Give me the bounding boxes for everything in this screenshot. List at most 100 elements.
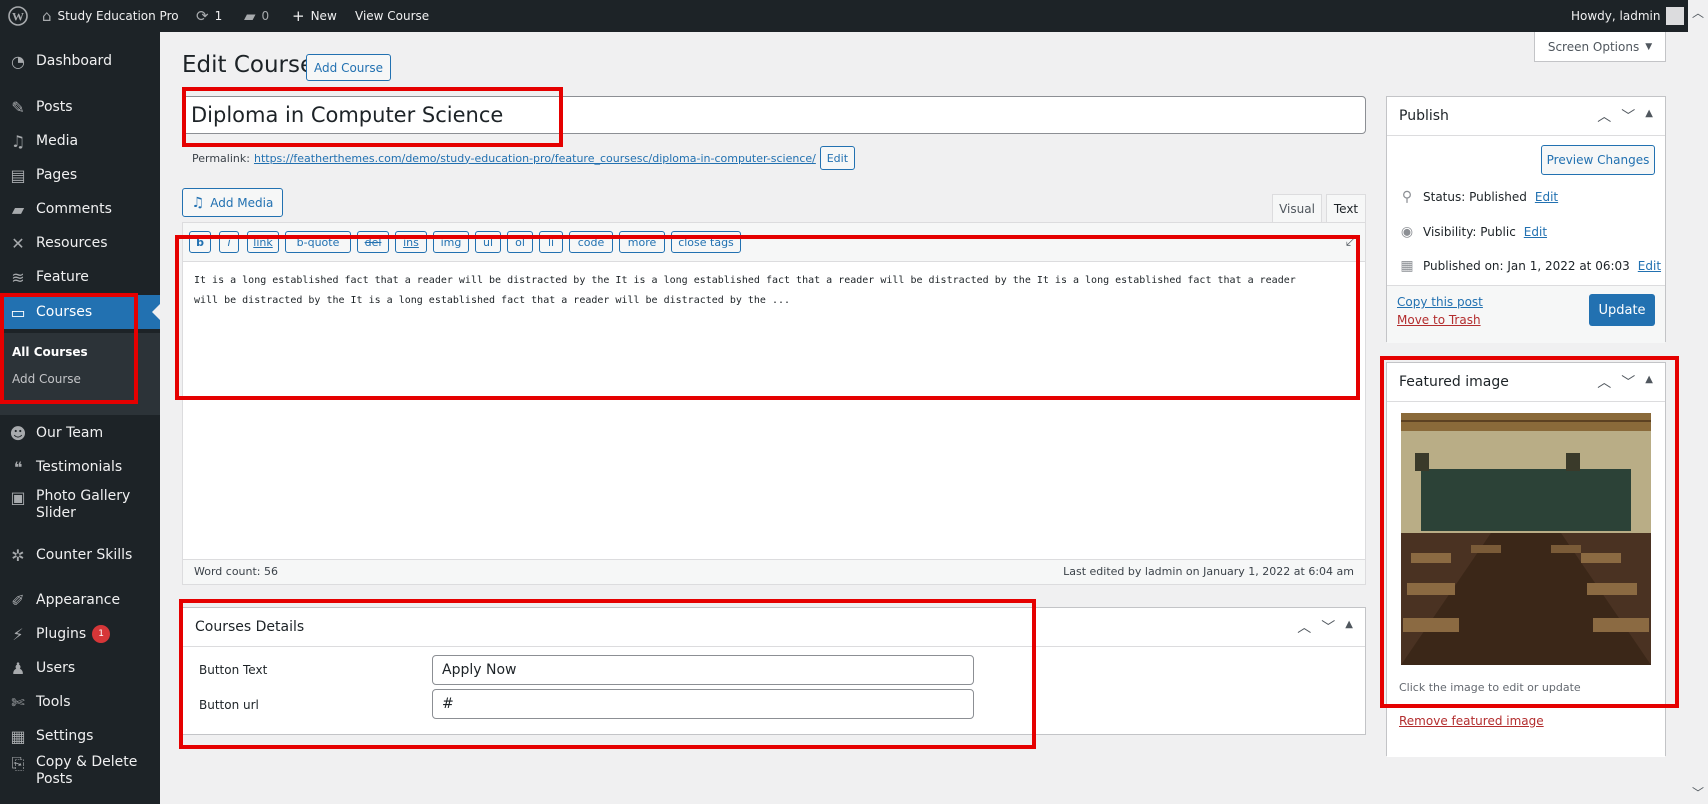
sidebar-item-counter-skills[interactable]: ✲ Counter Skills [0, 538, 160, 572]
copy-post-link[interactable]: Copy this post [1397, 295, 1483, 309]
sidebar-item-appearance[interactable]: ✐ Appearance [0, 583, 160, 617]
page-scrollbar[interactable]: ︿ ﹀ [1688, 0, 1708, 804]
view-course-link[interactable]: View Course [355, 0, 429, 32]
publish-actions: Copy this post Move to Trash Update [1387, 285, 1665, 343]
preview-changes-button[interactable]: Preview Changes [1541, 145, 1655, 175]
remove-featured-image-link[interactable]: Remove featured image [1399, 714, 1544, 728]
avatar [1666, 7, 1685, 25]
move-down-icon[interactable]: ﹀ [1621, 106, 1635, 126]
courses-submenu: All Courses Add Course [0, 333, 160, 415]
add-course-button[interactable]: Add Course [306, 54, 391, 81]
collapse-icon[interactable]: ▲ [1645, 106, 1653, 126]
permalink-edit-button[interactable]: Edit [819, 146, 855, 170]
caret-down-icon: ▼ [1645, 41, 1653, 52]
sidebar-item-copy-delete-posts[interactable]: ⎘ Copy & Delete Posts [0, 748, 160, 792]
button-text-label: Button Text [199, 663, 268, 677]
new-content-link[interactable]: + New [292, 0, 337, 32]
qt-link-button[interactable]: link [247, 231, 279, 253]
courses-icon: ▭ [10, 302, 26, 322]
publish-header: Publish ︿ ﹀ ▲ [1387, 97, 1665, 136]
last-edited: Last edited by ladmin on January 1, 2022… [1063, 565, 1354, 578]
resources-icon: ✕ [11, 233, 25, 253]
status-edit-link[interactable]: Edit [1535, 190, 1558, 204]
qt-code-button[interactable]: code [569, 231, 613, 253]
qt-img-button[interactable]: img [433, 231, 469, 253]
sidebar-item-resources[interactable]: ✕ Resources [0, 226, 160, 260]
tab-text[interactable]: Text [1326, 194, 1366, 222]
svg-text:W: W [12, 10, 24, 24]
scroll-up-icon[interactable]: ︿ [1688, 4, 1708, 21]
fullscreen-icon[interactable]: ⤢ [1346, 233, 1357, 249]
collapse-icon[interactable]: ▲ [1645, 372, 1653, 392]
permalink-link[interactable]: https://featherthemes.com/demo/study-edu… [254, 152, 816, 165]
qt-del-button[interactable]: del [357, 231, 389, 253]
qt-ins-button[interactable]: ins [395, 231, 427, 253]
sidebar-item-testimonials[interactable]: ❝ Testimonials [0, 450, 160, 484]
collapse-icon[interactable]: ▲ [1345, 617, 1353, 637]
button-url-input[interactable]: # [432, 689, 974, 719]
button-text-input[interactable]: Apply Now [432, 655, 974, 685]
qt-more-button[interactable]: more [619, 231, 665, 253]
updates-icon: ⟳ [196, 7, 209, 25]
move-to-trash-link[interactable]: Move to Trash [1397, 313, 1481, 327]
qt-ol-button[interactable]: ol [507, 231, 533, 253]
move-up-icon[interactable]: ︿ [1597, 372, 1611, 392]
content-textarea[interactable]: It is a long established fact that a rea… [194, 271, 1354, 311]
plugins-icon: ⚡ [12, 624, 24, 644]
qt-ul-button[interactable]: ul [475, 231, 501, 253]
quote-icon: ❝ [13, 457, 23, 477]
featured-image-thumbnail[interactable] [1401, 413, 1651, 665]
my-account-link[interactable]: Howdy, ladmin [1571, 0, 1685, 32]
media-icon: ♫ [10, 131, 26, 151]
qt-close-tags-button[interactable]: close tags [671, 231, 741, 253]
updates-link[interactable]: ⟳ 1 [196, 0, 222, 32]
admin-sidebar: ◔ Dashboard ✎ Posts ♫ Media ▤ Pages ▰ Comment… [0, 32, 160, 804]
submenu-all-courses[interactable]: All Courses [12, 345, 88, 359]
date-edit-link[interactable]: Edit [1638, 259, 1661, 273]
gallery-icon: ▣ [10, 488, 26, 507]
sidebar-item-our-team[interactable]: ☻ Our Team [0, 416, 160, 450]
sidebar-item-posts[interactable]: ✎ Posts [0, 90, 160, 124]
tab-visual[interactable]: Visual [1272, 194, 1322, 222]
sidebar-item-tools[interactable]: ✄ Tools [0, 685, 160, 719]
sidebar-item-plugins[interactable]: ⚡ Plugins 1 [0, 617, 160, 651]
comments-link[interactable]: ▰ 0 [244, 0, 269, 32]
screen-options-button[interactable]: Screen Options ▼ [1534, 32, 1666, 62]
featured-image-hint: Click the image to edit or update [1399, 681, 1581, 694]
counter-icon: ✲ [11, 545, 25, 565]
move-down-icon[interactable]: ﹀ [1321, 617, 1335, 637]
post-title-input[interactable]: Diploma in Computer Science [182, 96, 1366, 134]
submenu-add-course[interactable]: Add Course [12, 372, 81, 386]
add-media-button[interactable]: ♫ Add Media [182, 188, 283, 217]
sidebar-item-courses[interactable]: ▭ Courses [0, 295, 160, 329]
plus-icon: + [292, 7, 305, 25]
sidebar-item-feature[interactable]: ≋ Feature [0, 260, 160, 294]
qt-bquote-button[interactable]: b-quote [285, 231, 351, 253]
qt-bold-button[interactable]: b [189, 231, 211, 253]
visibility-edit-link[interactable]: Edit [1524, 225, 1547, 239]
site-name-link[interactable]: ⌂ Study Education Pro [42, 0, 179, 32]
settings-icon: ▦ [10, 726, 26, 746]
scroll-down-icon[interactable]: ﹀ [1688, 784, 1708, 801]
wordpress-logo-icon[interactable]: W [8, 0, 28, 32]
move-up-icon[interactable]: ︿ [1297, 617, 1311, 637]
qt-italic-button[interactable]: i [219, 231, 239, 253]
status-row: ⚲ Status: Published Edit [1399, 189, 1558, 205]
sidebar-item-comments[interactable]: ▰ Comments [0, 192, 160, 226]
sidebar-item-media[interactable]: ♫ Media [0, 124, 160, 158]
quicktags-toolbar: b i link b-quote del ins img ul ol li co… [183, 223, 1365, 262]
update-button[interactable]: Update [1589, 294, 1655, 326]
move-down-icon[interactable]: ﹀ [1621, 372, 1635, 392]
sidebar-item-photo-gallery[interactable]: ▣ Photo Gallery Slider [0, 482, 160, 524]
eye-icon: ◉ [1400, 224, 1414, 240]
visibility-row: ◉ Visibility: Public Edit [1400, 224, 1548, 240]
courses-details-box: Courses Details ︿ ﹀ ▲ Button Text Apply … [182, 607, 1366, 735]
sidebar-item-pages[interactable]: ▤ Pages [0, 158, 160, 192]
sidebar-item-users[interactable]: ♟ Users [0, 651, 160, 685]
plugins-update-badge: 1 [92, 625, 111, 643]
feature-icon: ≋ [11, 267, 25, 287]
team-icon: ☻ [9, 423, 27, 443]
move-up-icon[interactable]: ︿ [1597, 106, 1611, 126]
sidebar-item-dashboard[interactable]: ◔ Dashboard [0, 44, 160, 78]
qt-li-button[interactable]: li [539, 231, 563, 253]
